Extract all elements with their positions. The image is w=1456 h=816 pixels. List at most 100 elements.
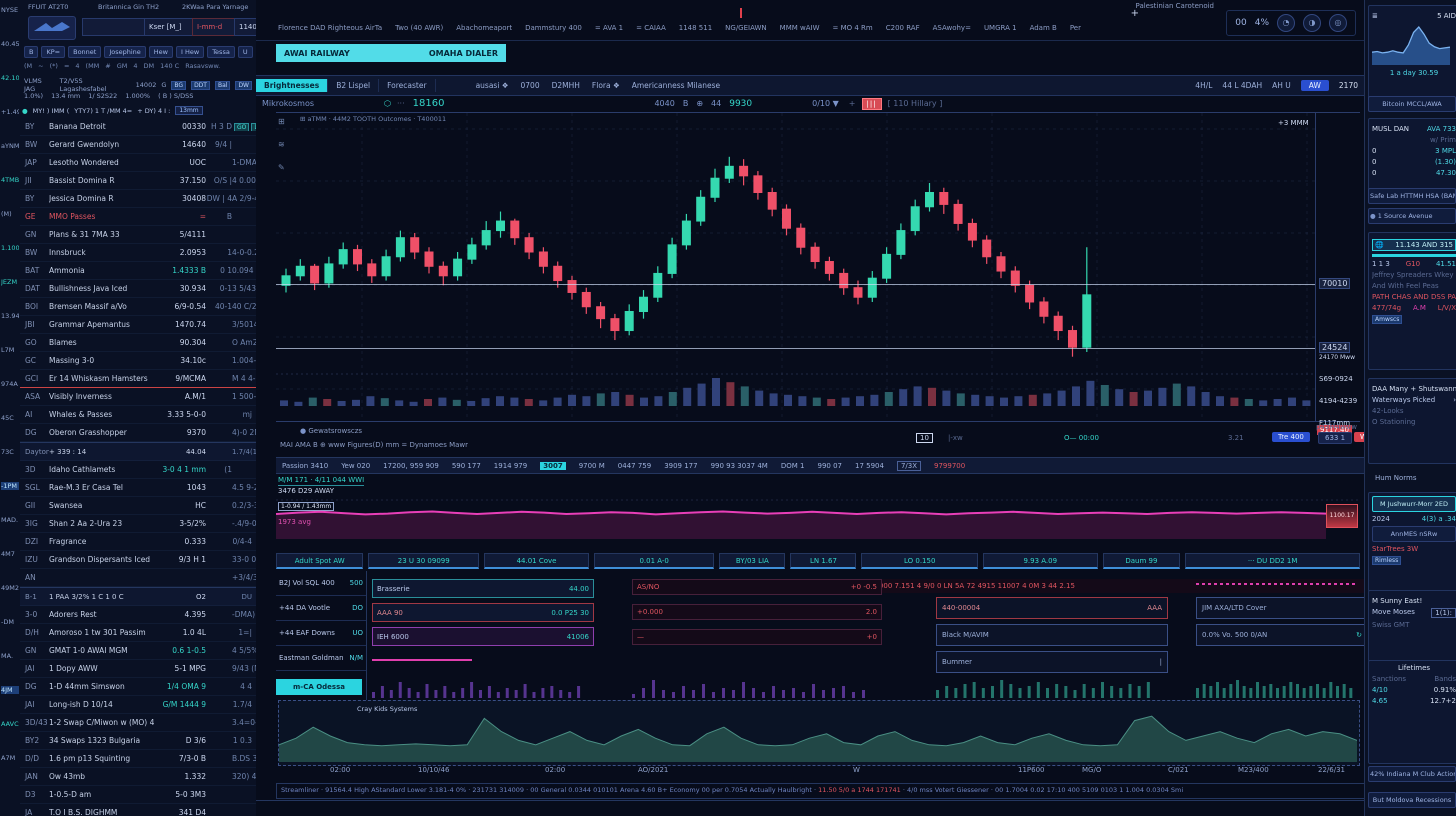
watchlist-row[interactable]: 3IGShan 2 Aa 2-Ura 233-5/2%-.4/9-0.049	[20, 515, 256, 533]
watchlist-row[interactable]: JBIGrammar Apemantus1470.743/5014 0	[20, 316, 256, 334]
menu-item[interactable]: ASAwohy=	[933, 24, 971, 32]
menu-item[interactable]: = MO 4 Rm	[833, 24, 873, 32]
candlestick-chart[interactable]: ⊞ ≋ ✎ ⊞ aTMM · 44M2 TOOTH Outcomes · T40…	[276, 112, 1360, 443]
deal-row[interactable]: +44 EAF DownsUO	[276, 621, 366, 646]
dots-icon[interactable]: ···	[397, 99, 405, 108]
menu-item[interactable]: NG/GEIAWN	[725, 24, 767, 32]
segment-header[interactable]: Daum 99	[1103, 553, 1181, 569]
toolbar-mid-item[interactable]: 0700	[521, 81, 540, 90]
algo-box[interactable]: AAA 900.0 P25 30	[372, 603, 594, 622]
sliders-icon[interactable]: 4%	[1255, 18, 1269, 28]
watchlist-row[interactable]: DATBullishness Java Iced30.9340-13 5/434	[20, 280, 256, 298]
select-tool-icon[interactable]: ⊞	[278, 117, 292, 126]
segment-header[interactable]: 23 U 30 09099	[368, 553, 479, 569]
segment-header[interactable]: Adult Spot AW	[276, 553, 363, 569]
watchlist-row[interactable]: GCMassing 3-034.10c1.004-4	[20, 352, 256, 370]
menu-item[interactable]: = CAIAA	[636, 24, 666, 32]
stationing-item[interactable]: O Stationing	[1372, 418, 1415, 426]
deal-row[interactable]: +44 DA VootleDO	[276, 596, 366, 621]
quote-row[interactable]: +0.0002.0	[632, 604, 882, 620]
watchlist-icon[interactable]: (M	[24, 62, 32, 70]
primary-action-button[interactable]: AW	[1301, 80, 1329, 91]
oscillator-title[interactable]: M/M 171 · 4/11 044 WWI	[278, 476, 364, 486]
watchlist-row[interactable]: GNPlans & 31 7MA 335/4111	[20, 226, 256, 244]
mini-ticker-item[interactable]: +1.49	[1, 108, 19, 116]
watchlist-row[interactable]: D31-0.5-D am5-0 3M3	[20, 786, 256, 804]
segment-header[interactable]: LO 0.150	[861, 553, 978, 569]
coverage-box[interactable]: JIM AXA/LTD Cover	[1196, 597, 1368, 619]
mini-ticker-item[interactable]: L7M	[1, 346, 19, 354]
watchlist-row[interactable]: JAILong-ish D 10/14G/M 1444 91.7/4	[20, 696, 256, 714]
target-icon[interactable]: ⊕	[696, 99, 703, 108]
menu-item[interactable]: UMGRA 1	[984, 24, 1017, 32]
algo-box[interactable]: IEH 600041006	[372, 627, 594, 646]
mini-ticker-item[interactable]: 4JM	[1, 686, 19, 694]
source-row[interactable]: ● 1 Source Avenue	[1368, 208, 1456, 224]
chart-icon[interactable]: ◑	[1303, 14, 1321, 32]
filter-item[interactable]: VLMS JAG	[24, 77, 55, 93]
watchlist-icon[interactable]: Rasavsww.	[185, 62, 220, 70]
menu-item[interactable]: MMM wAIW	[780, 24, 820, 32]
crosshair-icon[interactable]: +	[1131, 8, 1139, 19]
pin-icon[interactable]: ⬡	[384, 99, 391, 108]
watchlist-row[interactable]: DZIFragrance0.3330/4-4	[20, 533, 256, 551]
filter-tag[interactable]: BG	[171, 81, 186, 90]
watchlist-tab[interactable]: KP=	[41, 46, 65, 58]
strategy-button[interactable]: M Jushwurr-Morr 2ED	[1372, 496, 1456, 512]
mini-ticker-item[interactable]: 1.100	[1, 244, 19, 252]
segment-header[interactable]: BY/03 LIA	[719, 553, 785, 569]
mini-ticker-item[interactable]: 73C	[1, 448, 19, 456]
toolbar-mid-item[interactable]: D2MHH	[552, 81, 580, 90]
mini-ticker-item[interactable]: MAD.	[1, 516, 19, 524]
watchlist-row[interactable]: GCIEr 14 Whiskasm Hamsters9/MCMAM 4 4-0	[20, 370, 256, 388]
watchlist-tab[interactable]: B	[24, 46, 38, 58]
menu-item[interactable]: = AVA 1	[595, 24, 623, 32]
mini-ticker-item[interactable]: -1PM	[1, 482, 19, 490]
rimless-tag[interactable]: Rimless	[1372, 556, 1401, 565]
watchlist-icon[interactable]: 4	[75, 62, 79, 70]
alert-link[interactable]: I-mm-d	[192, 18, 240, 36]
mini-ticker-item[interactable]: 40.45	[1, 40, 19, 48]
segment-header[interactable]: 0.01 A-0	[594, 553, 714, 569]
mini-ticker-item[interactable]: 49M2	[1, 584, 19, 592]
annmes-button[interactable]: AnnMES nSRw	[1372, 526, 1456, 542]
safe-lab-button[interactable]: Safe Lab HTTMH HSA (BAMH)	[1368, 188, 1456, 204]
interval-select[interactable]: 0/10 ▼	[812, 99, 839, 108]
algo-box[interactable]: Brasserie44.00	[372, 579, 594, 598]
watchlist-icon[interactable]: ~	[38, 62, 43, 70]
symbol-banner[interactable]: AWAI RAILWAY OMAHA DIALER	[276, 44, 506, 62]
support-line[interactable]	[276, 348, 1315, 349]
watchlist-tab[interactable]: U	[238, 46, 253, 58]
tb-right-item[interactable]: AH U	[1272, 81, 1291, 90]
menu-item[interactable]: C200 RAF	[886, 24, 920, 32]
watchlist-row[interactable]: GOBlames90.304O Am2-0	[20, 334, 256, 352]
mini-ticker-item[interactable]: 45C	[1, 414, 19, 422]
watchlist-row[interactable]: IZUGrandson Dispersants Iced9/3 H 133-0 …	[20, 551, 256, 569]
deal-row[interactable]: Eastman GoldmanN/M	[276, 646, 366, 671]
mini-ticker-item[interactable]: MA.	[1, 652, 19, 660]
order-box[interactable]: 440-00004AAA	[936, 597, 1168, 619]
add-icon[interactable]: +	[849, 99, 856, 108]
menu-item[interactable]: 1148 511	[679, 24, 712, 32]
price-axis[interactable]	[1315, 113, 1316, 421]
watchlist-row[interactable]: BATAmmonia1.4333 B0 10.094 1-6	[20, 262, 256, 280]
watchlist-row[interactable]: 3DIdaho Cathlamets3-0 4 1 mm(1	[20, 461, 256, 479]
watchlist-row[interactable]: AN+3/4/3	[20, 569, 256, 587]
watchlist-row[interactable]: AIWhales & Passes3.33 5-0-0mj	[20, 406, 256, 424]
watchlist-row[interactable]: BYJessica Domina R30408DW | 4A 2/9-4	[20, 190, 256, 208]
segment-header[interactable]: 9.93 A.09	[983, 553, 1098, 569]
indiana-button[interactable]: 42% Indiana M Club Actions	[1368, 766, 1456, 782]
mini-ticker-item[interactable]: -DM	[1, 618, 19, 626]
watchlist-tab[interactable]: Hew	[149, 46, 173, 58]
filter-tag[interactable]: Bal	[215, 81, 230, 90]
watchlist-row[interactable]: BWGerard Gwendolyn146409/4 |	[20, 136, 256, 154]
watchlist-row[interactable]: JANOw 43mb1.332320) 42-0	[20, 768, 256, 786]
watchlist-row[interactable]: BOIBremsen Massif a/Vo6/9-0.5440-140 C/2…	[20, 298, 256, 316]
watchlist-tab[interactable]: I Hew	[176, 46, 204, 58]
watchlist-row[interactable]: JAT.O I B.S. DIGHMM341 D4	[20, 804, 256, 816]
watchlist-tab[interactable]: Josephine	[104, 46, 145, 58]
menu-item[interactable]: Abachomeaport	[456, 24, 512, 32]
watchlist-icon[interactable]: 140 C	[160, 62, 179, 70]
watchlist-row[interactable]: D/HAmoroso 1 tw 301 Passim1.0 4L1=|	[20, 624, 256, 642]
active-signal[interactable]: 🌐 11.143 AND 315	[1372, 239, 1456, 251]
